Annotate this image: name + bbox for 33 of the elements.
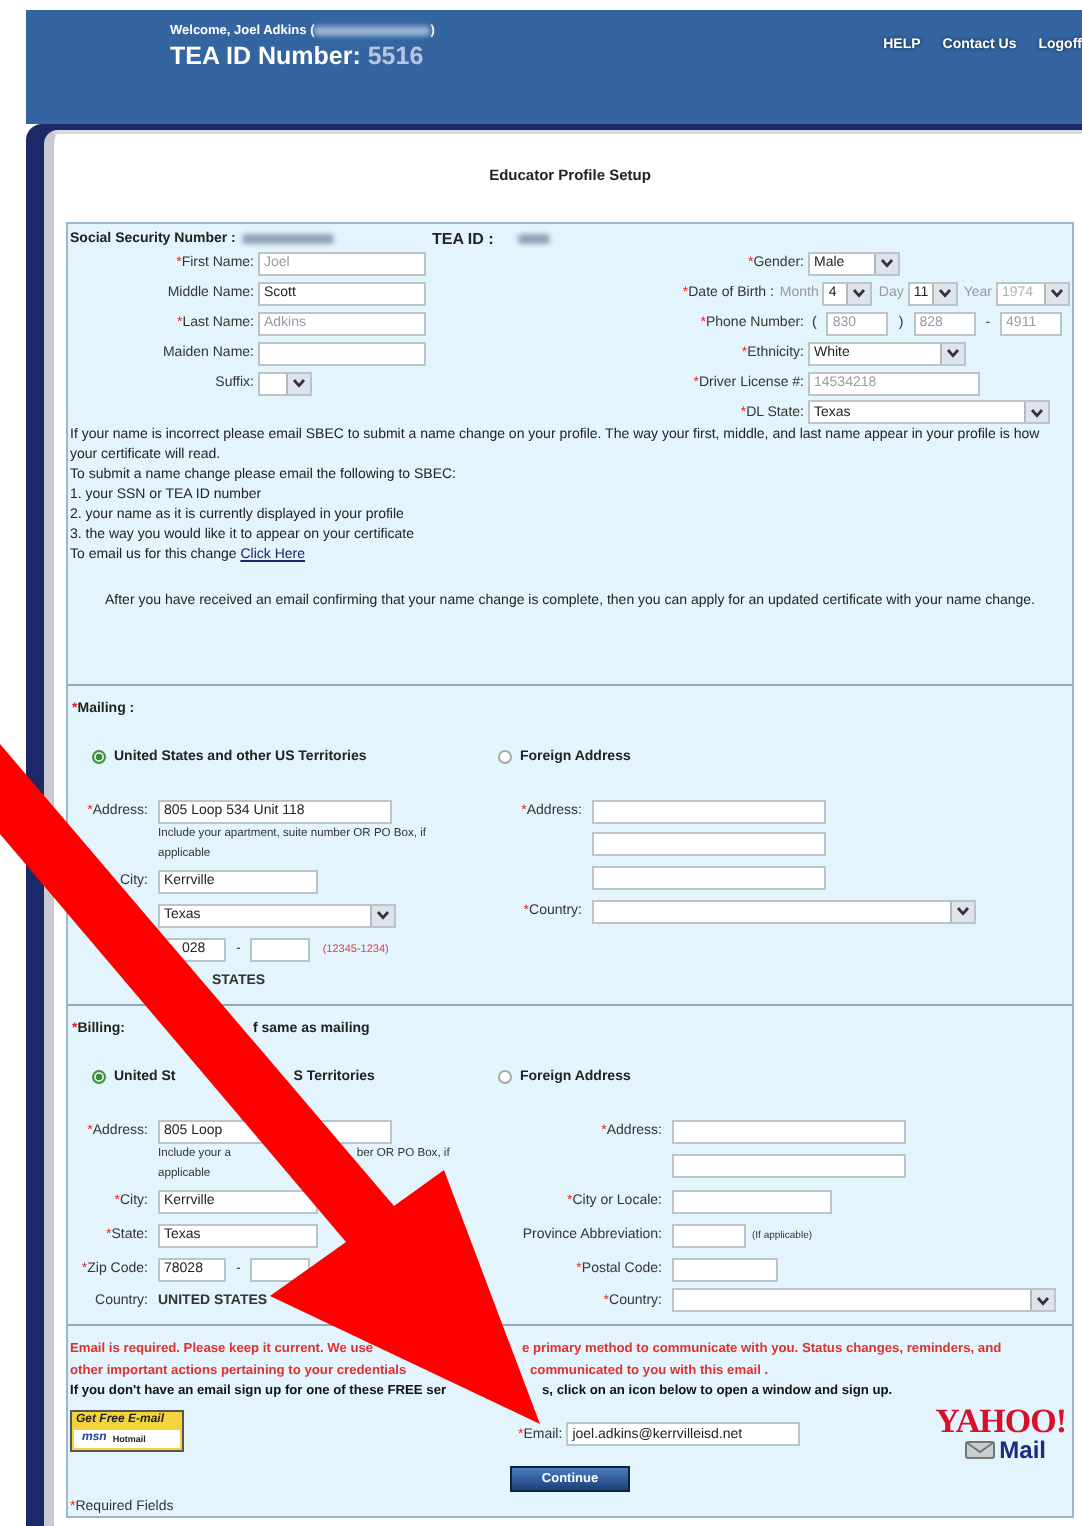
caret-icon — [880, 258, 894, 268]
caret-icon — [946, 348, 960, 358]
text-field[interactable] — [672, 1119, 906, 1143]
text-field[interactable] — [592, 831, 826, 855]
radio-button[interactable] — [498, 749, 512, 763]
caret-icon — [292, 378, 306, 388]
caret-icon — [1030, 407, 1044, 417]
caret-icon — [376, 910, 390, 920]
text-field[interactable] — [250, 937, 311, 961]
blurred-text — [314, 26, 431, 36]
text-field[interactable] — [250, 1257, 311, 1281]
caret-icon — [852, 288, 867, 298]
yahoo-mail-logo[interactable]: YAHOO! Mail — [935, 1405, 1066, 1463]
text-field[interactable] — [258, 341, 426, 365]
tea-id-label: TEA ID : — [432, 229, 494, 247]
blurred-text — [241, 233, 334, 243]
caret-icon — [956, 906, 970, 916]
text-field[interactable] — [592, 799, 826, 823]
tea-id-value: 5516 — [367, 42, 424, 70]
dropdown[interactable] — [258, 371, 312, 395]
text-field[interactable] — [672, 1153, 906, 1177]
text-field[interactable] — [672, 1189, 832, 1213]
radio-button[interactable] — [92, 749, 106, 763]
tea-id-label: TEA ID Number: — [170, 42, 361, 70]
text-field[interactable] — [592, 865, 826, 889]
caret-icon — [937, 288, 952, 298]
blurred-text — [517, 233, 550, 243]
text-field[interactable] — [672, 1257, 778, 1281]
radio-button[interactable] — [498, 1069, 512, 1083]
caret-icon — [1050, 288, 1064, 298]
caret-icon — [1036, 1295, 1050, 1305]
text-field[interactable] — [672, 1223, 746, 1247]
radio-button[interactable] — [92, 1069, 106, 1083]
